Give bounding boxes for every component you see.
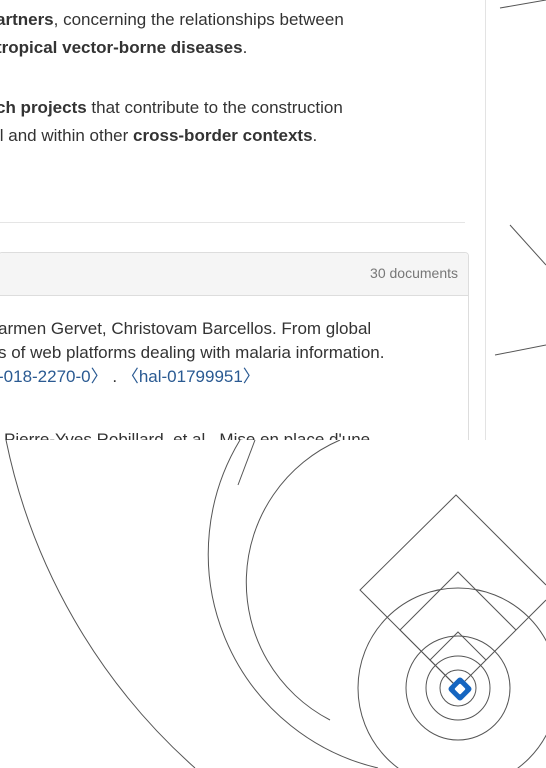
decor-line-2 <box>499 0 546 9</box>
intro-bold-cross-border: cross-border contexts <box>133 126 313 145</box>
logo-diamond-icon <box>448 677 472 701</box>
document-entry[interactable]: armen Gervet, Christovam Barcellos. From… <box>0 317 384 389</box>
decor-line-3 <box>509 224 546 266</box>
divider <box>0 222 465 223</box>
intro-text: . <box>312 126 318 145</box>
intro-text: . <box>242 38 248 57</box>
intro-text: il and within other <box>0 126 134 145</box>
decor-diamond-2 <box>399 571 517 689</box>
intro-paragraph-2: ch projects that contribute to the const… <box>0 94 343 150</box>
decor-arc-2 <box>5 439 196 768</box>
intro-text: that contribute to the construction <box>86 98 343 117</box>
intro-bold-diseases: tropical vector-borne diseases <box>0 38 243 57</box>
entry-authors: armen Gervet, Christovam Barcellos. From… <box>0 319 372 338</box>
entry-title[interactable]: s of web platforms dealing with malaria … <box>0 341 384 365</box>
decor-diamond-1 <box>359 494 546 689</box>
intro-paragraph-1: artners, concerning the relationships be… <box>0 6 344 62</box>
intro-text: , concerning the relationships between <box>53 10 344 29</box>
decor-arc-1 <box>207 439 379 768</box>
intro-bold-partners: artners <box>0 10 54 29</box>
decor-arc-3 <box>245 439 341 721</box>
entry-authors: Pierre-Yves Robillard, et al.. Mise en p… <box>4 430 371 440</box>
documents-panel: 30 documents armen Gervet, Christovam Ba… <box>0 252 469 440</box>
intro-bold-projects: ch projects <box>0 98 87 117</box>
identifier-separator: . <box>112 367 118 386</box>
decor-line-4 <box>494 344 546 356</box>
hal-link[interactable]: 〈hal-01799951〉 <box>122 367 260 386</box>
documents-panel-heading: 30 documents <box>0 253 468 296</box>
document-count: 30 documents <box>370 265 458 281</box>
entry-identifiers: -018-2270-0〉 . 〈hal-01799951〉 <box>0 365 384 389</box>
page: artners, concerning the relationships be… <box>0 0 546 768</box>
decor-line-5 <box>237 439 256 486</box>
document-entry[interactable]: Pierre-Yves Robillard, et al.. Mise en p… <box>4 428 370 440</box>
doi-link[interactable]: -018-2270-0〉 <box>0 367 108 386</box>
page-content: artners, concerning the relationships be… <box>0 0 486 440</box>
